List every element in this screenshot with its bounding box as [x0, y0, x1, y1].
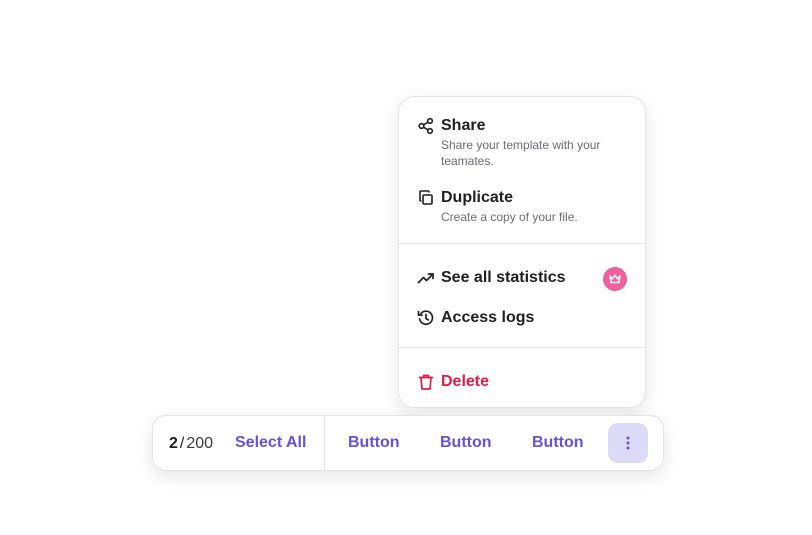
menu-item-delete[interactable]: Delete	[417, 372, 627, 394]
more-vertical-icon	[626, 436, 630, 450]
select-all-button[interactable]: Select All	[235, 433, 306, 453]
menu-item-title: Delete	[441, 373, 490, 390]
total-count: 200	[186, 435, 214, 452]
count-separator: /	[179, 435, 185, 452]
trash-icon	[417, 373, 435, 391]
menu-item-description: Share your template with your teamates.	[441, 138, 601, 168]
toolbar-divider	[324, 416, 325, 470]
toolbar-button-1[interactable]: Button	[348, 433, 400, 453]
toolbar-button-3[interactable]: Button	[532, 433, 584, 453]
selected-count: 2	[169, 435, 178, 452]
menu-item-title: Share	[441, 117, 486, 134]
copy-icon	[417, 189, 435, 207]
toolbar-button-2[interactable]: Button	[440, 433, 492, 453]
menu-item-title: See all statistics	[441, 269, 566, 286]
selection-count: 2/200	[169, 435, 213, 453]
menu-item-access-logs[interactable]: Access logs	[417, 308, 627, 330]
more-options-button[interactable]	[608, 423, 648, 463]
share-icon	[417, 117, 435, 135]
menu-item-share[interactable]: Share Share your template with your team…	[417, 116, 627, 168]
history-icon	[417, 309, 435, 327]
crown-icon	[609, 274, 621, 284]
menu-divider	[399, 243, 645, 244]
menu-divider	[399, 347, 645, 348]
actions-menu: Share Share your template with your team…	[398, 96, 646, 408]
premium-badge	[603, 267, 627, 291]
menu-item-description: Create a copy of your file.	[441, 210, 578, 224]
menu-item-duplicate[interactable]: Duplicate Create a copy of your file.	[417, 188, 627, 224]
menu-item-title: Duplicate	[441, 189, 514, 206]
menu-item-statistics[interactable]: See all statistics	[417, 267, 627, 291]
menu-item-title: Access logs	[441, 309, 535, 326]
selection-toolbar: 2/200 Select All Button Button Button	[152, 415, 664, 471]
trending-up-icon	[417, 269, 435, 287]
